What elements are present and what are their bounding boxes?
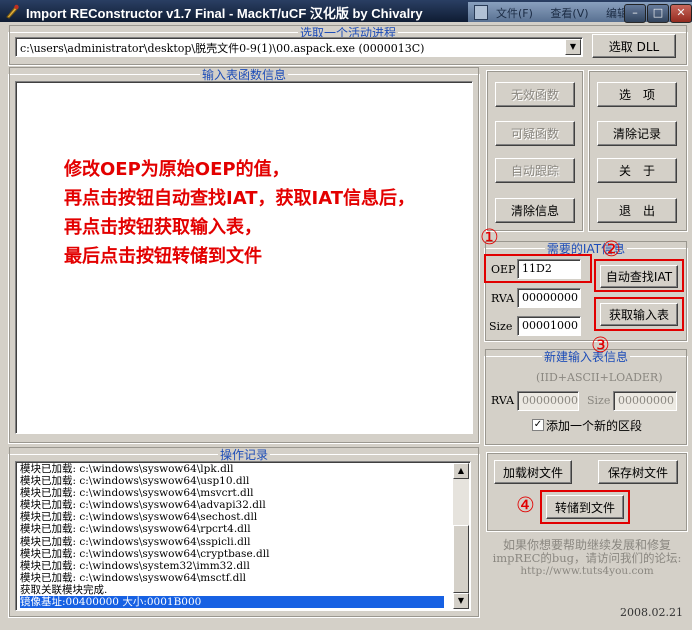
exit-button[interactable]: 退 出 bbox=[597, 198, 677, 223]
scroll-thumb[interactable] bbox=[453, 525, 469, 593]
log-line: 模块已加载: c:\windows\syswow64\lpk.dll bbox=[20, 463, 234, 475]
clear-info-button[interactable]: 清除信息 bbox=[495, 198, 575, 223]
step-marker-4: ④ bbox=[516, 493, 535, 517]
new-size-label: Size bbox=[587, 394, 611, 407]
log-line: 模块已加载: c:\windows\syswow64\sechost.dll bbox=[20, 511, 258, 524]
add-section-checkbox[interactable]: ✓ bbox=[532, 419, 544, 431]
dump-highlight-box bbox=[540, 490, 630, 524]
app-icon bbox=[6, 4, 19, 19]
new-size-input[interactable]: 00000000 bbox=[613, 391, 677, 411]
log-line-selected[interactable]: 镜像基址:00400000 大小:0001B000 bbox=[20, 596, 444, 609]
log-line: 模块已加载: c:\windows\syswow64\msvcrt.dll bbox=[20, 487, 254, 500]
log-line: 模块已加载: c:\windows\syswow64\cryptbase.dll bbox=[20, 547, 270, 560]
log-lines: 模块已加载: c:\windows\syswow64\lpk.dll 模块已加载… bbox=[20, 463, 450, 609]
rva-input[interactable]: 00000000 bbox=[517, 288, 581, 308]
auto-search-highlight-box bbox=[594, 259, 684, 292]
build-date: 2008.02.21 bbox=[620, 606, 683, 619]
scroll-up-icon[interactable]: ▲ bbox=[453, 463, 469, 479]
forum-url[interactable]: http://www.tuts4you.com bbox=[488, 565, 686, 578]
maximize-icon[interactable]: □ bbox=[647, 4, 669, 23]
chevron-down-icon[interactable]: ▼ bbox=[565, 39, 581, 55]
background-window-icon bbox=[474, 5, 488, 20]
rva-value: 00000000 bbox=[522, 291, 578, 304]
bg-menu-file[interactable]: 文件(F) bbox=[496, 7, 533, 20]
log-line: 模块已加载: c:\windows\syswow64\advapi32.dll bbox=[20, 499, 266, 512]
save-tree-button[interactable]: 保存树文件 bbox=[598, 460, 678, 484]
annotation-line: 再点击按钮自动查找IAT，获取IAT信息后， bbox=[64, 188, 416, 209]
size-input[interactable]: 00001000 bbox=[517, 316, 581, 336]
process-select-value: c:\users\administrator\desktop\脱壳文件0-9(1… bbox=[20, 42, 425, 55]
new-size-value: 00000000 bbox=[618, 394, 674, 407]
log-scrollbar[interactable]: ▲ ▼ bbox=[453, 463, 469, 609]
annotation-line: 修改OEP为原始OEP的值， bbox=[64, 159, 290, 180]
suspect-functions-button[interactable]: 可疑函数 bbox=[495, 121, 575, 146]
help-line: impREC的bug，请访问我们的论坛: bbox=[492, 551, 682, 565]
clear-log-button[interactable]: 清除记录 bbox=[597, 121, 677, 146]
new-import-legend: 新建输入表信息 bbox=[543, 350, 628, 364]
new-rva-input[interactable]: 00000000 bbox=[517, 391, 579, 411]
annotation-line: 最后点击按钮转储到文件 bbox=[64, 246, 262, 267]
minimize-icon[interactable]: – bbox=[624, 4, 646, 23]
background-window-titlebar[interactable]: 文件(F) 查看(V) 编辑 – □ ✕ bbox=[468, 2, 692, 23]
oep-highlight-box bbox=[484, 254, 592, 283]
instruction-annotation: 修改OEP为原始OEP的值， 再点击按钮自动查找IAT，获取IAT信息后， 再点… bbox=[64, 155, 415, 271]
bg-menu-view[interactable]: 查看(V) bbox=[550, 7, 588, 20]
get-imports-highlight-box bbox=[594, 297, 684, 331]
step-marker-2: ② bbox=[602, 237, 621, 261]
auto-trace-button[interactable]: 自动跟踪 bbox=[495, 158, 575, 183]
rva-label: RVA bbox=[491, 292, 515, 305]
annotation-line: 再点击按钮获取输入表， bbox=[64, 217, 262, 238]
size-label: Size bbox=[489, 320, 513, 333]
options-button[interactable]: 选 项 bbox=[597, 82, 677, 107]
help-text: 如果你想要帮助继续发展和修复 impREC的bug，请访问我们的论坛: http… bbox=[488, 539, 686, 578]
background-window-menu: 文件(F) 查看(V) 编辑 bbox=[496, 5, 642, 21]
log-line: 模块已加载: c:\windows\system32\imm32.dll bbox=[20, 559, 250, 572]
log-line: 模块已加载: c:\windows\syswow64\usp10.dll bbox=[20, 475, 250, 488]
load-tree-button[interactable]: 加载树文件 bbox=[494, 460, 572, 484]
invalid-functions-button[interactable]: 无效函数 bbox=[495, 82, 575, 107]
log-line: 模块已加载: c:\windows\syswow64\rpcrt4.dll bbox=[20, 523, 251, 536]
log-line: 获取关联模块完成. bbox=[20, 583, 108, 596]
log-list[interactable]: 模块已加载: c:\windows\syswow64\lpk.dll 模块已加载… bbox=[15, 461, 471, 611]
scroll-down-icon[interactable]: ▼ bbox=[453, 593, 469, 609]
log-line: 模块已加载: c:\windows\syswow64\msctf.dll bbox=[20, 571, 247, 584]
new-rva-label: RVA bbox=[491, 394, 515, 407]
about-button[interactable]: 关 于 bbox=[597, 158, 677, 183]
step-marker-1: ① bbox=[480, 225, 499, 249]
step-marker-3: ③ bbox=[591, 333, 610, 357]
size-value: 00001000 bbox=[522, 319, 578, 332]
process-select[interactable]: c:\users\administrator\desktop\脱壳文件0-9(1… bbox=[15, 37, 583, 57]
add-section-label[interactable]: 添加一个新的区段 bbox=[546, 417, 642, 434]
log-line: 模块已加载: c:\windows\syswow64\sspicli.dll bbox=[20, 535, 251, 548]
pick-dll-button[interactable]: 选取 DLL bbox=[592, 34, 676, 58]
new-rva-value: 00000000 bbox=[522, 394, 578, 407]
close-icon[interactable]: ✕ bbox=[670, 4, 692, 23]
window-title: Import REConstructor v1.7 Final - MackT/… bbox=[26, 6, 423, 21]
new-import-subtitle: (IID+ASCII+LOADER) bbox=[536, 371, 663, 384]
